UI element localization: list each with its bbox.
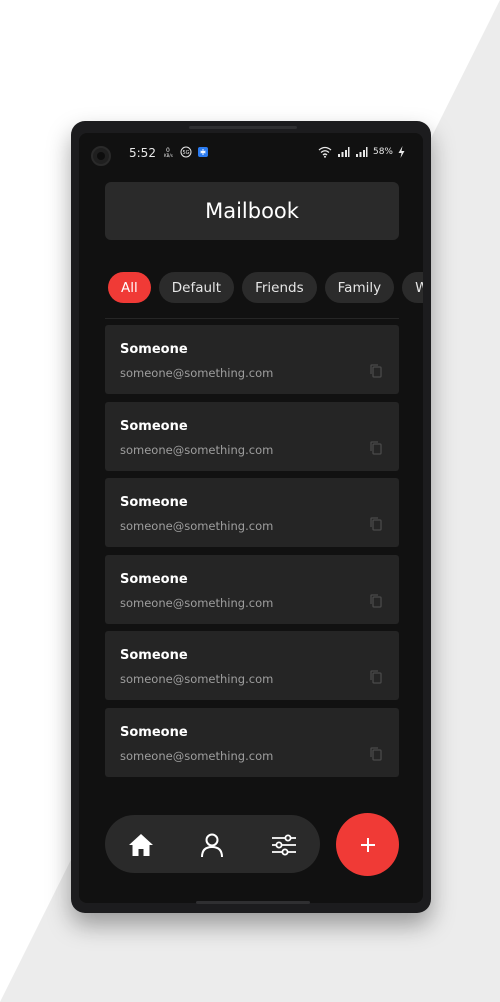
contact-name: Someone [120, 342, 188, 357]
bottom-nav [105, 815, 320, 873]
contact-email: someone@something.com [120, 748, 274, 763]
home-icon[interactable] [128, 832, 154, 858]
contact-name: Someone [120, 724, 188, 740]
contact-email: someone@something.com [120, 672, 274, 686]
contact-email: someone@something.com [120, 366, 274, 380]
filter-chip-family[interactable]: Family [324, 272, 395, 303]
status-time: 5:52 [129, 146, 156, 160]
page-title: Mailbook [205, 199, 299, 223]
filter-chip-all[interactable]: All [108, 272, 151, 303]
signal-icon [355, 147, 368, 157]
contact-name: Someone [120, 495, 188, 510]
contact-card[interactable]: Someone someone@something.com [105, 707, 399, 777]
app-notification-icon [198, 147, 208, 157]
svg-text:5G: 5G [183, 150, 190, 156]
copy-icon[interactable] [368, 593, 384, 609]
copy-icon[interactable] [368, 363, 384, 379]
add-contact-button[interactable] [336, 813, 399, 876]
contact-card[interactable]: Someone someone@something.com [105, 401, 399, 471]
battery-charging-icon [398, 146, 405, 158]
app-screen: 5:52 0 KB/s 5G 58% Mailbook All Default … [79, 133, 423, 903]
contact-card[interactable]: Someone someone@something.com [105, 554, 399, 624]
sim-5g-icon: 5G [180, 146, 192, 158]
copy-icon[interactable] [368, 746, 384, 762]
plus-icon [360, 837, 375, 852]
contact-name: Someone [120, 418, 188, 434]
contact-list: Someone someone@something.com Someone so… [105, 325, 399, 784]
app-header: Mailbook [105, 182, 399, 240]
copy-icon[interactable] [368, 669, 384, 685]
filter-chip-friends[interactable]: Friends [242, 272, 317, 303]
settings-sliders-icon[interactable] [271, 832, 297, 858]
contact-email: someone@something.com [120, 595, 274, 610]
contact-card[interactable]: Someone someone@something.com [105, 631, 399, 700]
divider [105, 318, 399, 319]
phone-home-indicator [196, 901, 310, 904]
contact-name: Someone [120, 571, 188, 587]
filter-chip-default[interactable]: Default [158, 272, 235, 303]
copy-icon[interactable] [368, 440, 384, 456]
contact-card[interactable]: Someone someone@something.com [105, 325, 399, 394]
front-camera [91, 146, 111, 166]
battery-level: 58% [372, 147, 393, 157]
contact-name: Someone [120, 648, 188, 663]
copy-icon[interactable] [368, 516, 384, 532]
phone-frame: 5:52 0 KB/s 5G 58% Mailbook All Default … [71, 121, 431, 913]
filter-chip-work[interactable]: Work [402, 272, 423, 303]
contact-email: someone@something.com [120, 519, 274, 533]
wifi-icon [318, 146, 332, 158]
profile-icon[interactable] [199, 832, 225, 858]
contact-email: someone@something.com [120, 442, 274, 457]
signal-icon [337, 147, 350, 157]
svg-text:KB/s: KB/s [164, 153, 173, 158]
filter-chips: All Default Friends Family Work [108, 272, 423, 303]
status-bar: 5:52 0 KB/s 5G 58% [79, 133, 423, 173]
phone-speaker [189, 126, 297, 129]
contact-card[interactable]: Someone someone@something.com [105, 478, 399, 547]
data-speed-icon: 0 KB/s [164, 147, 173, 158]
